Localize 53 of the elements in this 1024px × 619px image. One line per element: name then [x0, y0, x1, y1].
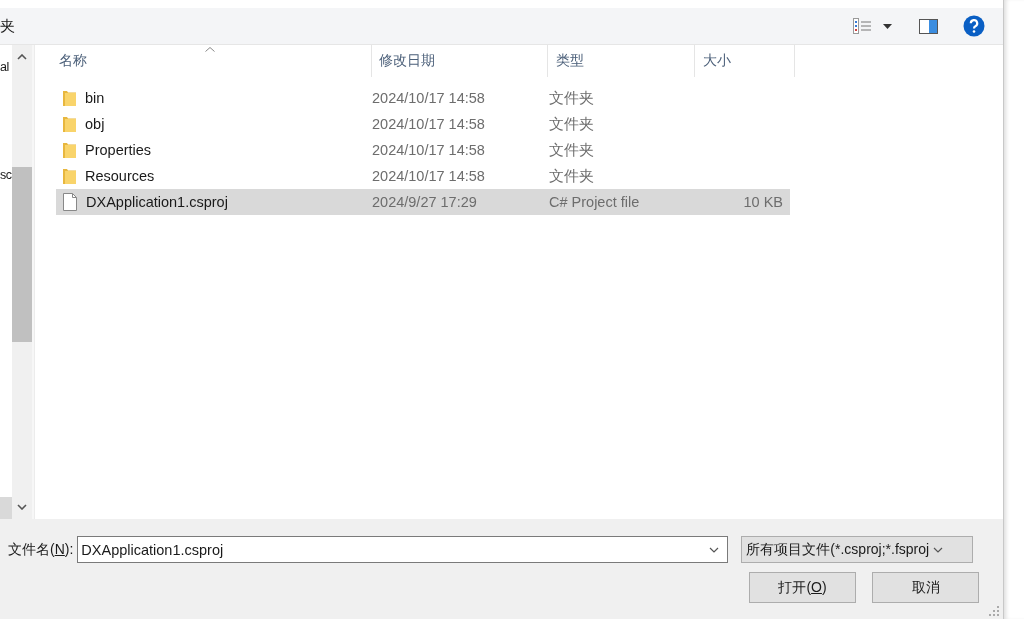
folder-icon	[63, 116, 76, 132]
modified-date: 2024/10/17 14:58	[372, 168, 486, 184]
toolbar-title: 夹	[0, 16, 15, 36]
file-type: C# Project file	[549, 194, 641, 210]
file-name-field[interactable]: DXApplication1.csproj	[77, 536, 729, 563]
file-name: bin	[85, 90, 105, 106]
file-type: 文件夹	[549, 88, 595, 108]
scrollbar[interactable]	[12, 45, 33, 519]
caret-icon[interactable]	[883, 23, 892, 29]
column-header-label: 大小	[703, 52, 731, 70]
dialog-button[interactable]: 打开(O)	[749, 572, 856, 603]
nav-item[interactable]: al	[0, 60, 9, 74]
file-row[interactable]: obj 2024/10/17 14:58 文件夹	[56, 111, 790, 137]
column-header-label: 修改日期	[379, 52, 435, 70]
column-header[interactable]: 类型	[548, 45, 695, 77]
column-header-label: 名称	[59, 52, 87, 70]
modified-date: 2024/10/17 14:58	[372, 90, 486, 106]
file-name: obj	[85, 116, 105, 132]
file-name: Resources	[85, 168, 155, 184]
file-type: 文件夹	[549, 114, 595, 134]
column-header-label: 类型	[556, 52, 584, 70]
folder-icon	[63, 142, 76, 158]
column-header[interactable]: 名称	[35, 45, 372, 77]
file-type: 文件夹	[549, 166, 595, 186]
preview-pane-icon[interactable]	[919, 18, 938, 34]
dialog-button[interactable]: 取消	[872, 572, 979, 603]
nav-item[interactable]: sc	[0, 168, 12, 182]
file-icon	[63, 193, 77, 211]
resize-grip-icon[interactable]	[989, 606, 999, 616]
file-name-label: 文件名(N):	[8, 540, 74, 559]
scroll-up-icon[interactable]	[17, 54, 28, 60]
file-name: DXApplication1.csproj	[86, 194, 228, 210]
column-header[interactable]: 修改日期	[372, 45, 548, 77]
dropdown-chevron-icon[interactable]	[709, 546, 720, 553]
scrollbar-thumb[interactable]	[12, 167, 33, 342]
file-row[interactable]: bin 2024/10/17 14:58 文件夹	[56, 85, 790, 111]
help-icon[interactable]	[963, 15, 985, 37]
file-name: Properties	[85, 142, 152, 158]
file-row[interactable]: Resources 2024/10/17 14:58 文件夹	[56, 163, 790, 189]
column-header[interactable]: 大小	[695, 45, 795, 77]
modified-date: 2024/10/17 14:58	[372, 142, 486, 158]
dropdown-chevron-icon[interactable]	[933, 546, 944, 553]
file-row[interactable]: Properties 2024/10/17 14:58 文件夹	[56, 137, 790, 163]
modified-date: 2024/9/27 17:29	[372, 194, 478, 210]
view-options-icon[interactable]	[853, 18, 871, 34]
file-row[interactable]: DXApplication1.csproj 2024/9/27 17:29 C# Project file 10 KB	[56, 189, 790, 215]
folder-icon	[63, 168, 76, 184]
file-type-dropdown[interactable]: 所有项目文件(*.csproj;*.fsproj	[741, 536, 974, 563]
modified-date: 2024/10/17 14:58	[372, 116, 486, 132]
file-size: 10 KB	[742, 194, 783, 210]
file-type: 文件夹	[549, 140, 595, 160]
scroll-down-icon[interactable]	[17, 504, 28, 510]
folder-icon	[63, 90, 76, 106]
